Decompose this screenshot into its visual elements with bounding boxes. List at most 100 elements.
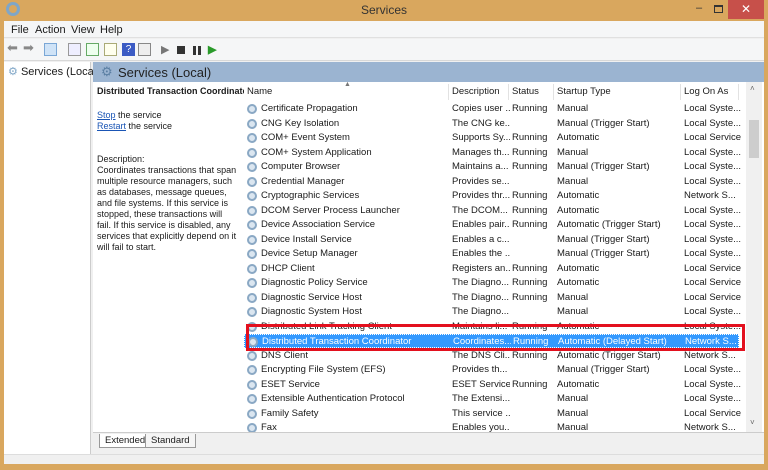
service-startup-type: Automatic [557, 378, 600, 390]
menu-action[interactable]: Action [35, 24, 66, 36]
service-row[interactable]: DCOM Server Process Launcher The DCOM... R… [244, 204, 741, 218]
back-icon[interactable]: ⬅ [7, 40, 20, 55]
service-startup-type: Manual [557, 103, 589, 114]
tab-standard[interactable]: Standard [145, 434, 196, 448]
service-name: Encrypting File System (EFS) [261, 364, 386, 375]
service-name: Device Association Service [261, 219, 376, 230]
service-gear-icon [247, 118, 257, 129]
stop-service-icon[interactable] [177, 46, 185, 54]
service-log-on-as: Local Service [684, 132, 742, 143]
service-log-on-as: Local Syste... [684, 103, 742, 114]
service-gear-icon [247, 307, 257, 317]
service-description: Registers an... [452, 262, 510, 274]
service-description: Maintains a... [452, 161, 509, 172]
close-button[interactable]: ✕ [728, 0, 764, 19]
forward-icon[interactable]: ➡ [23, 40, 36, 55]
service-row[interactable]: COM+ Event System Supports Sy... Running Au… [244, 131, 742, 145]
service-description: The Diagno... [452, 291, 510, 303]
service-row[interactable]: DHCP Client Registers an... Running Automat… [244, 262, 741, 276]
service-gear-icon [247, 278, 257, 288]
service-description: The Diagno... [452, 306, 510, 317]
scroll-down-icon[interactable]: ˅ [750, 418, 755, 427]
service-gear-icon [247, 350, 257, 361]
service-description: The Extensi... [452, 393, 510, 404]
pane-header: ⚙ Services (Local) [93, 62, 764, 82]
service-gear-icon [247, 147, 257, 158]
minimize-button[interactable]: – [696, 2, 702, 14]
service-description: Provides se... [452, 175, 510, 187]
scrollbar-thumb[interactable] [749, 120, 759, 158]
service-startup-type: Manual [557, 393, 589, 404]
service-gear-icon [247, 365, 257, 375]
service-gear-icon [247, 379, 257, 390]
column-header-description[interactable]: Description [449, 84, 509, 100]
refresh-icon[interactable] [86, 43, 99, 56]
service-startup-type: Manual [557, 146, 589, 158]
service-name: ESET Service [261, 378, 320, 390]
service-name: COM+ System Application [261, 146, 372, 158]
service-row[interactable]: Fax Enables you... Manual Network S... [244, 421, 739, 432]
restart-service-link[interactable]: Restart [97, 121, 126, 131]
service-gear-icon [247, 408, 257, 419]
column-header-status[interactable]: Status [509, 84, 554, 100]
service-name: Diagnostic System Host [261, 306, 362, 317]
service-row[interactable]: Extensible Authentication Protocol The Ex… [244, 392, 741, 406]
menu-file[interactable]: File [11, 24, 29, 36]
service-startup-type: Manual (Trigger Start) [557, 161, 650, 172]
service-name: Computer Browser [261, 161, 341, 172]
service-gear-icon [247, 176, 257, 187]
service-gear-icon [247, 133, 257, 143]
service-row[interactable]: Credential Manager Provides se... Manual Lo… [244, 175, 741, 189]
properties-icon[interactable] [68, 43, 81, 56]
view-tabs: Extended Standard [93, 432, 764, 454]
tab-extended[interactable]: Extended [99, 434, 152, 448]
service-row[interactable]: Diagnostic System Host The Diagno... Manua… [244, 305, 741, 319]
service-name: Fax [261, 422, 277, 432]
service-name: Family Safety [261, 407, 319, 419]
service-row[interactable]: Encrypting File System (EFS) Provides th.… [244, 363, 741, 377]
stop-text: the service [115, 110, 162, 120]
service-row[interactable]: Device Install Service Enables a c... Manu… [244, 233, 741, 247]
service-log-on-as: Local Syste... [684, 117, 742, 129]
service-row[interactable]: Device Setup Manager Enables the ... Manua… [244, 247, 741, 261]
gear-icon: ⚙ [101, 64, 113, 79]
service-row[interactable]: Computer Browser Maintains a... Running Man… [244, 160, 741, 174]
service-startup-type: Automatic [557, 132, 600, 143]
service-row[interactable]: Diagnostic Policy Service The Diagno... Ru… [244, 276, 741, 290]
service-startup-type: Manual [557, 422, 589, 432]
service-log-on-as: Network S... [684, 190, 736, 201]
service-row[interactable]: COM+ System Application Manages th... Runn… [244, 146, 741, 160]
show-action-pane-icon[interactable] [138, 43, 151, 56]
service-row[interactable]: Cryptographic Services Provides thr... Run… [244, 189, 739, 203]
service-row[interactable]: Device Association Service Enables pair..… [244, 218, 741, 232]
service-row[interactable]: Family Safety This service ... Manual Local… [244, 407, 741, 421]
service-row[interactable]: CNG Key Isolation The CNG ke... Manual (Tr… [244, 117, 742, 131]
start-service-icon[interactable]: ▶ [161, 43, 174, 56]
export-list-icon[interactable] [104, 43, 117, 56]
service-startup-type: Manual [557, 407, 589, 419]
service-startup-type: Automatic [557, 190, 600, 201]
column-header-startup-type[interactable]: Startup Type [554, 84, 681, 100]
service-status: Running [512, 204, 548, 216]
service-row[interactable]: Diagnostic Service Host The Diagno... Runn… [244, 291, 741, 305]
maximize-button[interactable] [714, 5, 723, 13]
service-startup-type: Manual (Trigger Start) [557, 233, 650, 245]
service-row[interactable]: Certificate Propagation Copies user ... Ru… [244, 102, 742, 116]
menu-help[interactable]: Help [100, 24, 123, 36]
service-gear-icon [247, 292, 257, 303]
restart-text: the service [126, 121, 173, 131]
restart-service-icon[interactable]: ▶ [208, 43, 221, 56]
vertical-scrollbar[interactable]: ˄ ˅ [746, 82, 762, 432]
service-row[interactable]: ESET Service ESET Service Running Automatic… [244, 378, 741, 392]
column-header-log-on-as[interactable]: Log On As [681, 84, 739, 100]
stop-service-link[interactable]: Stop [97, 110, 116, 120]
help-icon[interactable]: ? [122, 43, 135, 56]
console-tree: ⚙ Services (Local) [4, 62, 100, 454]
pause-service-icon[interactable] [193, 46, 201, 55]
menu-view[interactable]: View [71, 24, 95, 36]
service-name: Device Install Service [261, 233, 352, 245]
show-console-tree-icon[interactable] [44, 43, 57, 56]
scroll-up-icon[interactable]: ˄ [750, 84, 755, 93]
tree-item-services-local[interactable]: ⚙ Services (Local) [8, 65, 100, 78]
service-description: Manages th... [452, 146, 510, 158]
